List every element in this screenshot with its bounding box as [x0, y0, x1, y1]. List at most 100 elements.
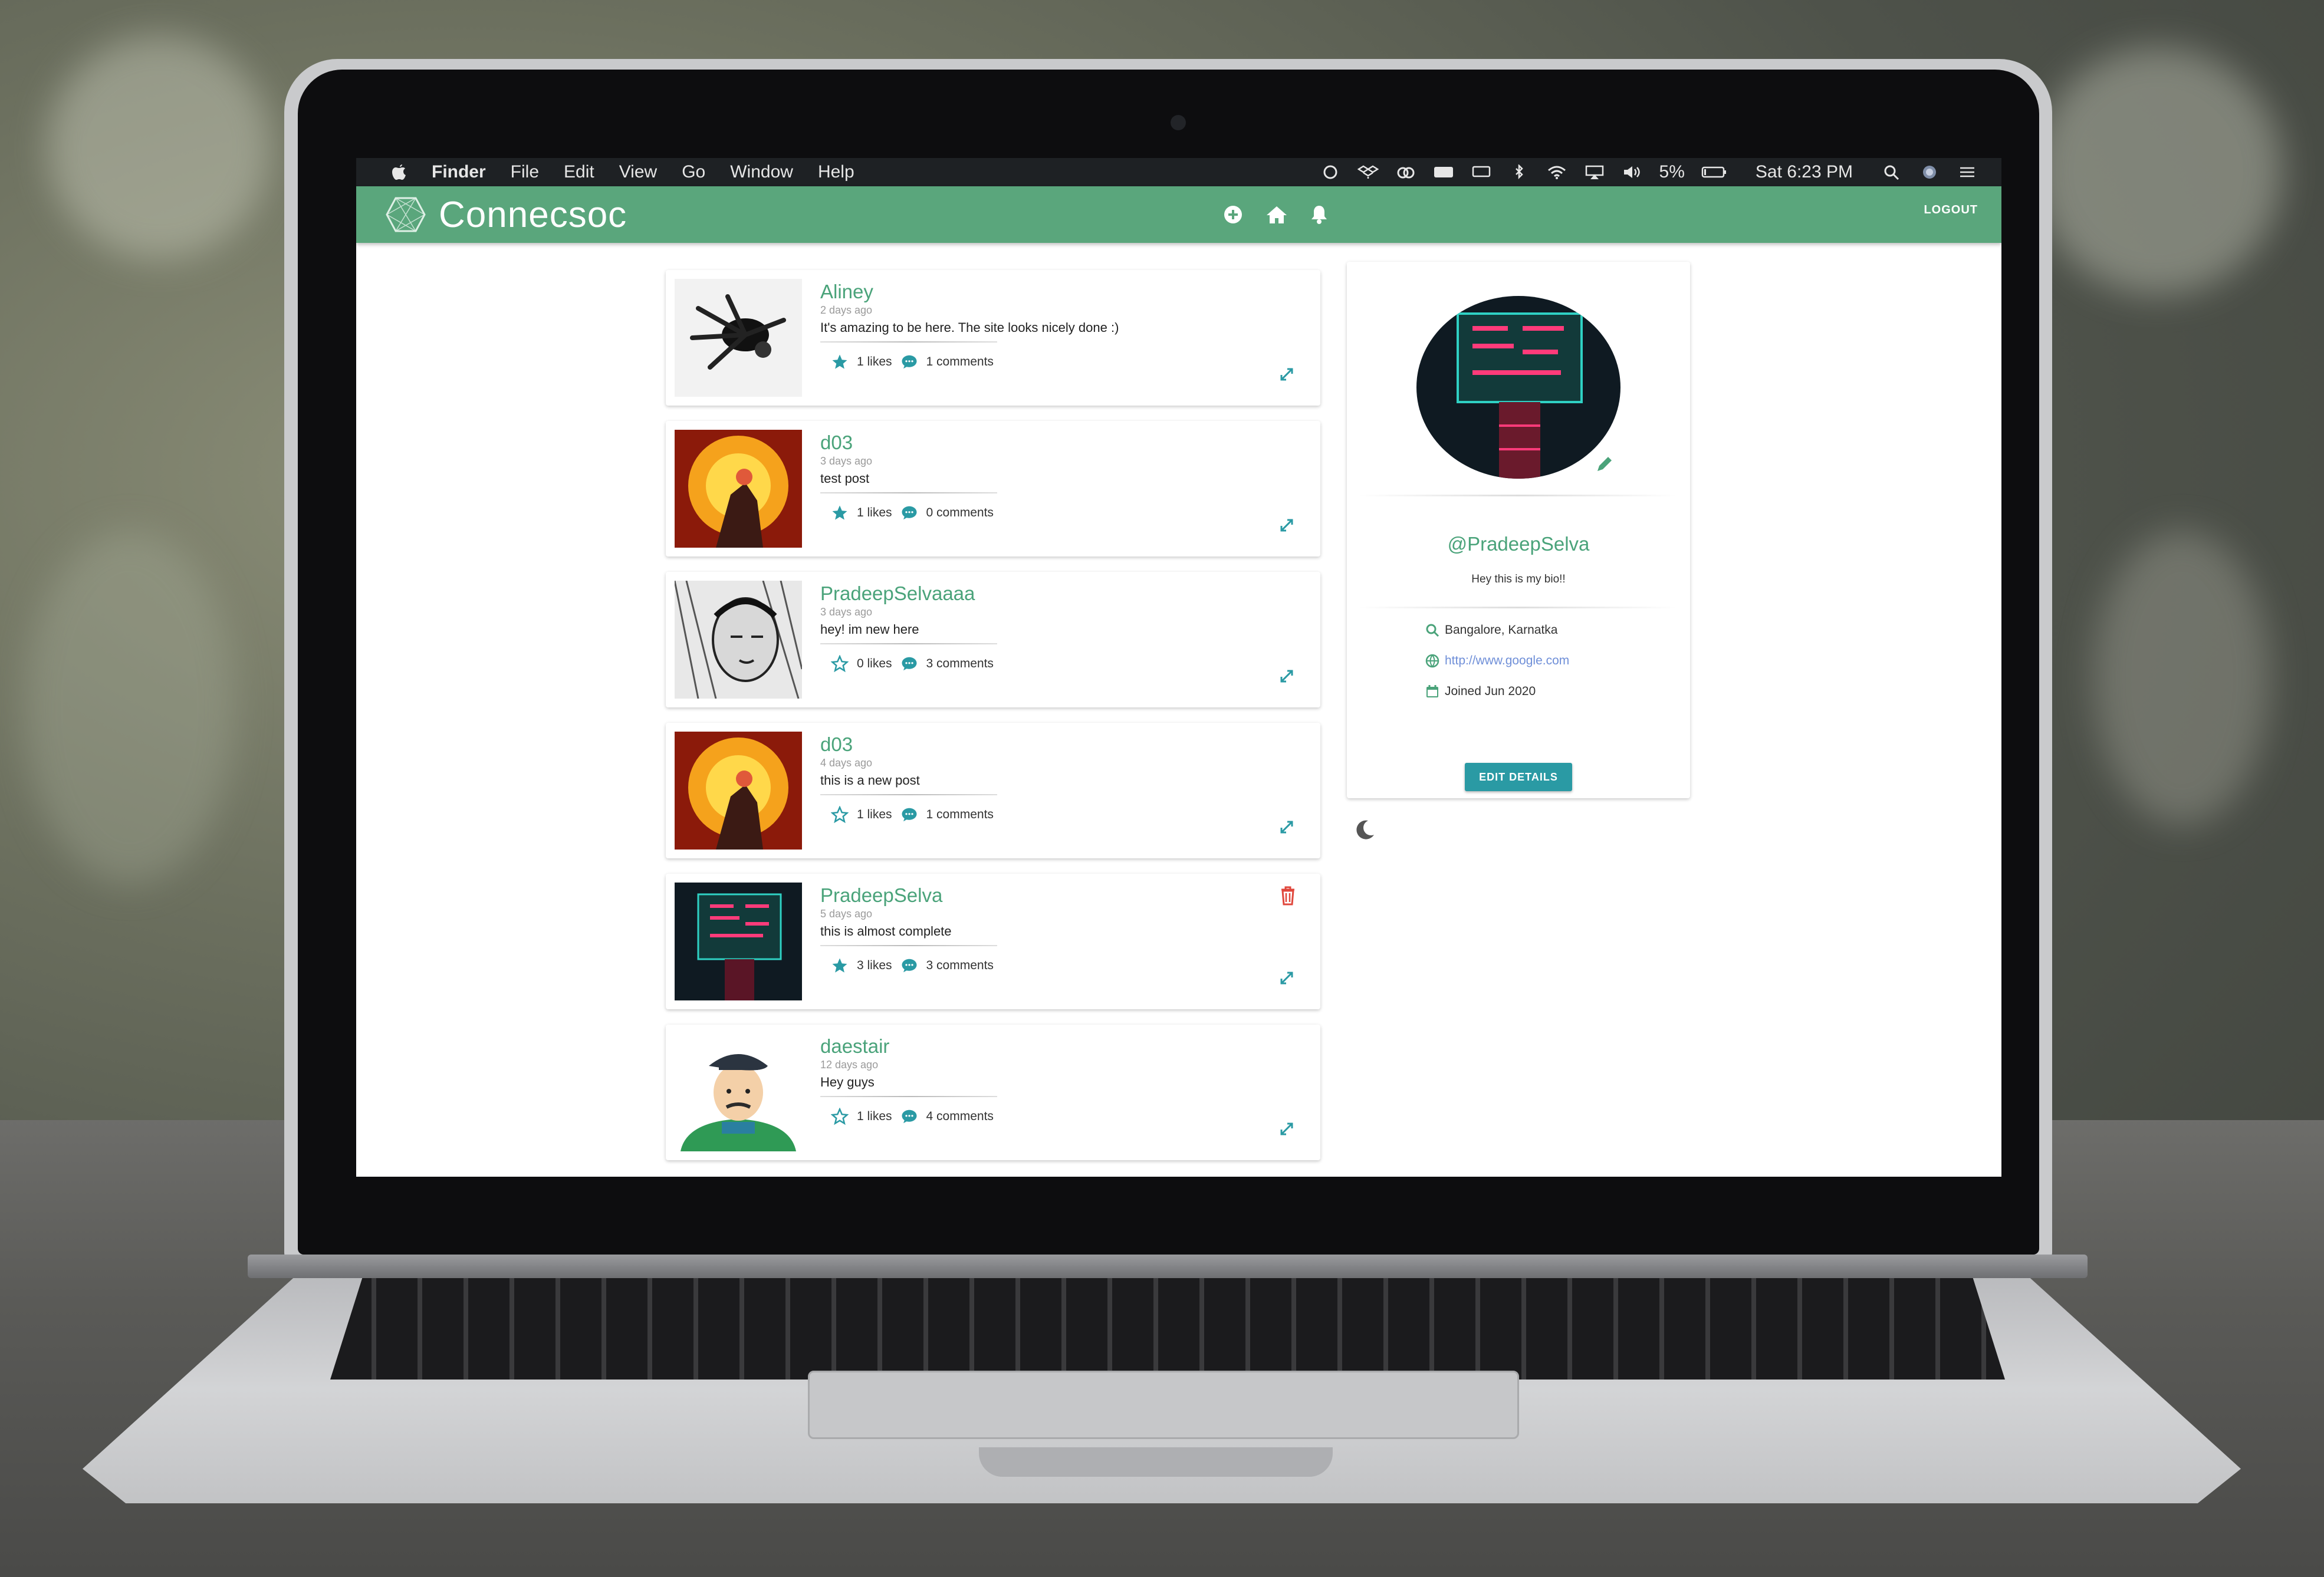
keyboard	[330, 1273, 2005, 1380]
post-username[interactable]: Aliney	[820, 281, 1292, 303]
post-avatar[interactable]	[675, 732, 802, 850]
battery-icon[interactable]	[1701, 164, 1727, 180]
post-comments: 0 comments	[926, 506, 994, 519]
post-avatar[interactable]	[675, 1033, 802, 1151]
location-search-icon	[1426, 624, 1439, 637]
profile-joined: Joined Jun 2020	[1425, 684, 1536, 699]
post-comments: 4 comments	[926, 1110, 994, 1123]
airplay-icon[interactable]	[1584, 164, 1605, 180]
like-star-icon[interactable]	[831, 957, 849, 974]
menubar-app-name[interactable]: Finder	[432, 162, 486, 182]
menu-view[interactable]: View	[619, 162, 657, 182]
spotlight-search-icon[interactable]	[1881, 164, 1902, 180]
profile-website: http://www.google.com	[1425, 653, 1569, 669]
menu-go[interactable]: Go	[682, 162, 705, 182]
notifications-bell-icon[interactable]	[1310, 205, 1328, 225]
dropbox-icon[interactable]	[1357, 164, 1379, 180]
expand-post-icon[interactable]	[1278, 667, 1296, 685]
menu-file[interactable]: File	[511, 162, 539, 182]
profile-handle[interactable]: @PradeepSelva	[1347, 533, 1690, 555]
post-avatar[interactable]	[675, 883, 802, 1000]
screen: Finder File Edit View Go Window Help 5% …	[356, 158, 2001, 1177]
menu-window[interactable]: Window	[730, 162, 793, 182]
post-body: It's amazing to be here. The site looks …	[820, 320, 1119, 335]
display-icon[interactable]	[1471, 164, 1492, 180]
dark-mode-moon-icon[interactable]	[1353, 818, 1376, 842]
notification-center-icon[interactable]	[1957, 164, 1978, 180]
post-username[interactable]: d03	[820, 733, 1292, 756]
comment-icon[interactable]	[900, 1108, 918, 1125]
circle-status-icon[interactable]	[1320, 164, 1341, 180]
post-timestamp: 3 days ago	[820, 455, 873, 467]
volume-icon[interactable]	[1622, 164, 1643, 180]
macos-menubar: Finder File Edit View Go Window Help 5% …	[356, 158, 2001, 186]
post-likes: 1 likes	[857, 355, 892, 368]
hd-icon[interactable]	[1433, 164, 1454, 180]
expand-post-icon[interactable]	[1278, 366, 1296, 383]
apple-icon[interactable]	[392, 163, 407, 181]
post-feed: Aliney 2 days ago It's amazing to be her…	[666, 270, 1320, 1176]
menu-edit[interactable]: Edit	[564, 162, 594, 182]
edit-details-button[interactable]: EDIT DETAILS	[1465, 763, 1572, 791]
post-card: Aliney 2 days ago It's amazing to be her…	[666, 270, 1320, 406]
brand-name: Connecsoc	[439, 194, 627, 235]
profile-location: Bangalore, Karnatka	[1425, 623, 1557, 638]
like-star-icon[interactable]	[831, 353, 849, 371]
wifi-icon[interactable]	[1546, 164, 1567, 180]
post-avatar[interactable]	[675, 581, 802, 699]
post-card: PradeepSelvaaaa 3 days ago hey! im new h…	[666, 572, 1320, 707]
siri-icon[interactable]	[1919, 164, 1940, 180]
calendar-icon	[1426, 685, 1438, 697]
menu-help[interactable]: Help	[818, 162, 854, 182]
post-avatar[interactable]	[675, 279, 802, 397]
bluetooth-icon[interactable]	[1508, 164, 1530, 180]
comment-icon[interactable]	[900, 655, 918, 673]
post-comments: 3 comments	[926, 657, 994, 670]
profile-website-link[interactable]: http://www.google.com	[1445, 654, 1569, 668]
post-username[interactable]: d03	[820, 432, 1292, 454]
post-likes: 1 likes	[857, 808, 892, 821]
expand-post-icon[interactable]	[1278, 1120, 1296, 1138]
like-star-outline-icon[interactable]	[831, 1108, 849, 1125]
comment-icon[interactable]	[900, 353, 918, 371]
comment-icon[interactable]	[900, 806, 918, 824]
edit-avatar-pencil-icon[interactable]	[1595, 454, 1615, 474]
comment-icon[interactable]	[900, 957, 918, 974]
post-username[interactable]: daestair	[820, 1035, 1292, 1058]
post-likes: 1 likes	[857, 506, 892, 519]
logout-button[interactable]: LOGOUT	[1924, 186, 1978, 233]
delete-post-trash-icon[interactable]	[1279, 885, 1297, 906]
expand-post-icon[interactable]	[1278, 818, 1296, 836]
expand-post-icon[interactable]	[1278, 969, 1296, 987]
profile-bio: Hey this is my bio!!	[1471, 573, 1566, 585]
globe-icon	[1425, 654, 1439, 668]
post-comments: 3 comments	[926, 959, 994, 972]
trackpad	[808, 1371, 1519, 1439]
post-comments: 1 comments	[926, 808, 994, 821]
post-username[interactable]: PradeepSelva	[820, 884, 1292, 907]
menubar-clock[interactable]: Sat 6:23 PM	[1756, 162, 1853, 182]
brand[interactable]: Connecsoc	[386, 186, 627, 243]
post-timestamp: 2 days ago	[820, 304, 873, 316]
post-likes: 3 likes	[857, 959, 892, 972]
profile-avatar[interactable]	[1416, 296, 1620, 479]
laptop-hinge	[248, 1255, 2088, 1278]
like-star-icon[interactable]	[831, 504, 849, 522]
add-post-icon[interactable]	[1223, 205, 1243, 225]
post-likes: 0 likes	[857, 657, 892, 670]
webcam	[1171, 115, 1186, 130]
post-username[interactable]: PradeepSelvaaaa	[820, 582, 1292, 605]
like-star-outline-icon[interactable]	[831, 806, 849, 824]
post-body: this is a new post	[820, 773, 920, 788]
post-timestamp: 3 days ago	[820, 606, 873, 618]
expand-post-icon[interactable]	[1278, 516, 1296, 534]
connecsoc-logo-icon	[386, 197, 426, 232]
comment-icon[interactable]	[900, 504, 918, 522]
post-avatar[interactable]	[675, 430, 802, 548]
post-timestamp: 12 days ago	[820, 1059, 879, 1071]
creative-cloud-icon[interactable]	[1395, 164, 1416, 180]
post-body: this is almost complete	[820, 924, 952, 939]
home-icon[interactable]	[1265, 205, 1288, 225]
like-star-outline-icon[interactable]	[831, 655, 849, 673]
post-timestamp: 4 days ago	[820, 757, 873, 769]
